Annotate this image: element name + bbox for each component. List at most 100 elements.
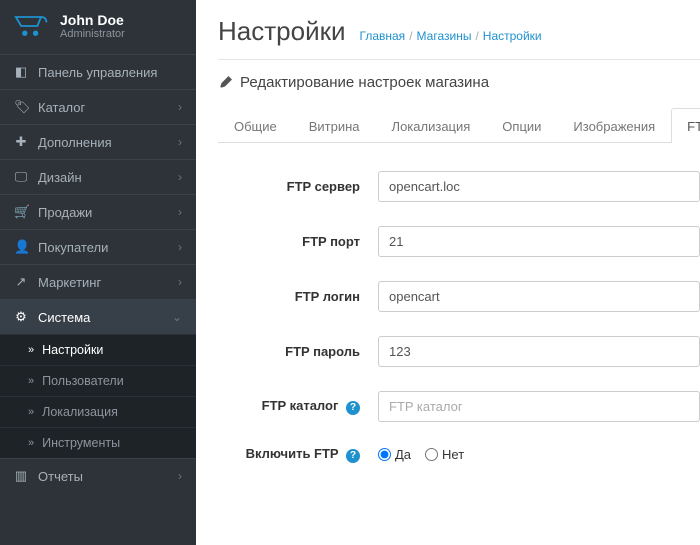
subnav-item-localisation[interactable]: »Локализация	[0, 396, 196, 427]
share-icon: ↗	[14, 274, 28, 290]
input-ftp-server[interactable]	[378, 171, 700, 202]
monitor-icon: 🖵	[14, 169, 28, 185]
radio-ftp-no[interactable]: Нет	[425, 447, 464, 462]
row-ftp-server: FTP сервер	[218, 159, 700, 214]
radio-label: Нет	[442, 447, 464, 462]
row-ftp-pass: FTP пароль	[218, 324, 700, 379]
subnav-item-users[interactable]: » Пользователи	[0, 365, 196, 396]
sidebar-item-system[interactable]: ⚙ Система ⌄	[0, 299, 196, 334]
radio-label: Да	[395, 447, 411, 462]
sidebar-item-marketing[interactable]: ↗ Маркетинг ›	[0, 264, 196, 299]
dashboard-icon: ◧	[14, 64, 28, 80]
sidebar-item-label: Система	[38, 310, 90, 325]
tab-general[interactable]: Общие	[218, 108, 293, 143]
sidebar-item-label: Каталог	[38, 100, 85, 115]
sidebar-user-block: John Doe Administrator	[0, 0, 196, 54]
raquo-icon: »	[28, 437, 34, 449]
chevron-down-icon: ⌄	[172, 310, 182, 324]
sidebar-item-sales[interactable]: 🛒 Продажи ›	[0, 194, 196, 229]
bars-icon: ▥	[14, 468, 28, 484]
input-ftp-login[interactable]	[378, 281, 700, 312]
crumb-sep: /	[409, 29, 412, 43]
input-ftp-port[interactable]	[378, 226, 700, 257]
tabs: Общие Витрина Локализация Опции Изображе…	[218, 107, 700, 143]
chevron-right-icon: ›	[178, 205, 182, 219]
panel-heading: Редактирование настроек магазина	[218, 60, 700, 101]
cart-logo-icon	[14, 13, 50, 39]
chevron-right-icon: ›	[178, 100, 182, 114]
crumb-home[interactable]: Главная	[360, 29, 406, 43]
label-ftp-port: FTP порт	[218, 234, 378, 249]
page-title: Настройки	[218, 16, 346, 47]
input-ftp-dir[interactable]	[378, 391, 700, 422]
radio-ftp-yes[interactable]: Да	[378, 447, 411, 462]
label-ftp-enable: Включить FTP ?	[218, 446, 378, 463]
gear-icon: ⚙	[14, 309, 28, 325]
subnav-label: Настройки	[42, 343, 103, 357]
page-header: Настройки Главная/ Магазины/ Настройки	[196, 0, 700, 59]
row-ftp-port: FTP порт	[218, 214, 700, 269]
radio-ftp-no-input[interactable]	[425, 448, 438, 461]
input-ftp-pass[interactable]	[378, 336, 700, 367]
label-ftp-server: FTP сервер	[218, 179, 378, 194]
tab-local[interactable]: Локализация	[376, 108, 487, 143]
sidebar-item-label: Панель управления	[38, 65, 157, 80]
raquo-icon: »	[28, 375, 34, 387]
panel-title: Редактирование настроек магазина	[240, 74, 489, 91]
row-ftp-enable: Включить FTP ? Да Нет	[218, 434, 700, 475]
sidebar-subnav: » Настройки » Пользователи »Локализация » И…	[0, 334, 196, 458]
info-icon[interactable]: ?	[346, 449, 360, 463]
subnav-item-tools[interactable]: » Инструменты	[0, 427, 196, 458]
sidebar-item-label: Дизайн	[38, 170, 82, 185]
panel: Редактирование настроек магазина Общие В…	[218, 59, 700, 475]
breadcrumb: Главная/ Магазины/ Настройки	[360, 29, 542, 43]
raquo-icon: »	[28, 344, 34, 356]
radio-group-ftp-enable: Да Нет	[378, 447, 700, 462]
radio-ftp-yes-input[interactable]	[378, 448, 391, 461]
crumb-settings[interactable]: Настройки	[483, 29, 542, 43]
chevron-right-icon: ›	[178, 240, 182, 254]
chevron-right-icon: ›	[178, 275, 182, 289]
subnav-label: Пользователи	[42, 374, 124, 388]
crumb-stores[interactable]: Магазины	[417, 29, 472, 43]
sidebar-item-catalog[interactable]: 🏷 Каталог ›	[0, 89, 196, 124]
subnav-item-settings[interactable]: » Настройки	[0, 334, 196, 365]
sidebar-item-design[interactable]: 🖵 Дизайн ›	[0, 159, 196, 194]
sidebar-nav-after: ▥ Отчеты ›	[0, 458, 196, 493]
sidebar-nav: ◧ Панель управления 🏷 Каталог › ✚ Дополнени…	[0, 54, 196, 334]
crumb-sep: /	[475, 29, 478, 43]
tab-ftp[interactable]: FTP	[671, 108, 700, 143]
chevron-right-icon: ›	[178, 469, 182, 483]
sidebar-item-reports[interactable]: ▥ Отчеты ›	[0, 458, 196, 493]
sidebar-item-label: Отчеты	[38, 469, 83, 484]
tab-image[interactable]: Изображения	[557, 108, 671, 143]
tag-icon: 🏷	[14, 99, 28, 115]
sidebar-item-customers[interactable]: 👤 Покупатели ›	[0, 229, 196, 264]
main-area: Настройки Главная/ Магазины/ Настройки Р…	[196, 0, 700, 545]
label-ftp-login: FTP логин	[218, 289, 378, 304]
user-icon: 👤	[14, 239, 28, 255]
sidebar-item-label: Продажи	[38, 205, 92, 220]
raquo-icon: »	[28, 406, 34, 418]
tab-store[interactable]: Витрина	[293, 108, 376, 143]
puzzle-icon: ✚	[14, 134, 28, 150]
sidebar-item-dashboard[interactable]: ◧ Панель управления	[0, 54, 196, 89]
label-ftp-dir: FTP каталог ?	[218, 398, 378, 415]
chevron-right-icon: ›	[178, 135, 182, 149]
sidebar: John Doe Administrator ◧ Панель управлени…	[0, 0, 196, 545]
user-role: Administrator	[60, 28, 125, 40]
subnav-label: Инструменты	[42, 436, 120, 450]
chevron-right-icon: ›	[178, 170, 182, 184]
sidebar-item-extensions[interactable]: ✚ Дополнения ›	[0, 124, 196, 159]
sidebar-item-label: Покупатели	[38, 240, 108, 255]
sidebar-item-label: Маркетинг	[38, 275, 101, 290]
user-name: John Doe	[60, 12, 125, 28]
info-icon[interactable]: ?	[346, 401, 360, 415]
cart-icon: 🛒	[14, 204, 28, 220]
row-ftp-login: FTP логин	[218, 269, 700, 324]
pencil-icon	[218, 76, 232, 90]
tab-option[interactable]: Опции	[486, 108, 557, 143]
row-ftp-dir: FTP каталог ?	[218, 379, 700, 434]
sidebar-item-label: Дополнения	[38, 135, 112, 150]
form-ftp: FTP сервер FTP порт FTP логин FTP пароль…	[218, 143, 700, 475]
